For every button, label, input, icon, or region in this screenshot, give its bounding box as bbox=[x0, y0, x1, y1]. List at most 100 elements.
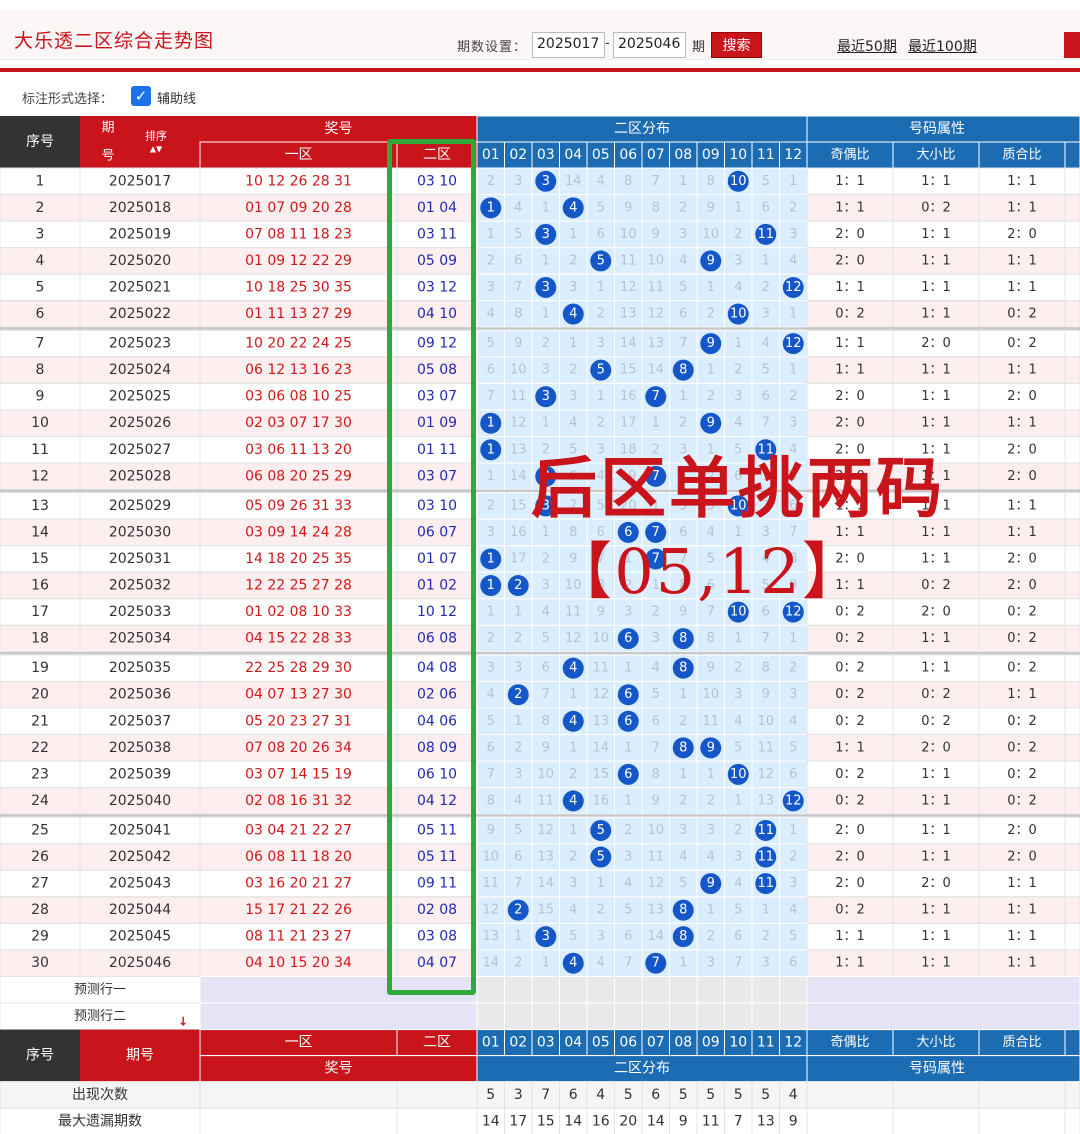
miss-value: 3 bbox=[569, 280, 577, 295]
row-attr: 2：0 bbox=[921, 605, 951, 620]
search-button[interactable]: 搜索 bbox=[711, 32, 762, 58]
table-row-bg bbox=[0, 680, 478, 709]
row-attr: 1：1 bbox=[921, 416, 951, 431]
stats-value: 9 bbox=[789, 1113, 798, 1129]
miss-value: 11 bbox=[482, 876, 499, 891]
miss-value: 16 bbox=[510, 525, 527, 540]
predict-cell bbox=[504, 976, 533, 1004]
miss-value: 3 bbox=[597, 442, 605, 457]
row-seq: 12 bbox=[31, 468, 49, 484]
miss-value: 7 bbox=[624, 956, 632, 971]
row-period: 2025021 bbox=[109, 279, 171, 295]
footer-num: 12 bbox=[784, 1035, 802, 1051]
miss-value: 3 bbox=[652, 631, 660, 646]
miss-value: 1 bbox=[734, 631, 742, 646]
miss-value: 7 bbox=[542, 687, 550, 702]
row-attr: 1：1 bbox=[921, 823, 951, 838]
options-bar: 标注形式选择： ✓ 辅助线 bbox=[0, 80, 1080, 114]
row-attr: 2：0 bbox=[1007, 823, 1037, 838]
row-seq: 18 bbox=[31, 631, 49, 647]
row-seq: 9 bbox=[36, 389, 45, 405]
predict-cell bbox=[614, 976, 643, 1004]
miss-value: 13 bbox=[537, 850, 554, 865]
miss-value: 1 bbox=[707, 280, 715, 295]
hit-ball-label: 3 bbox=[542, 469, 550, 484]
period-to-input[interactable]: 2025046 bbox=[613, 32, 686, 58]
row-zone2: 02 08 bbox=[417, 902, 457, 918]
hit-ball-label: 10 bbox=[730, 498, 747, 513]
miss-value: 11 bbox=[647, 280, 664, 295]
row-attr: 1：1 bbox=[1007, 363, 1037, 378]
row-attr: 2：0 bbox=[1007, 578, 1037, 593]
miss-value: 8 bbox=[624, 174, 632, 189]
recent-100-link[interactable]: 最近100期 bbox=[908, 36, 977, 56]
row-attr: 0：2 bbox=[835, 631, 865, 646]
miss-value: 1 bbox=[597, 389, 605, 404]
stats-label: 最大遗漏期数 bbox=[58, 1113, 142, 1129]
footer-num: 09 bbox=[702, 1035, 720, 1051]
miss-value: 2 bbox=[597, 903, 605, 918]
aux-line-checkbox[interactable]: ✓ bbox=[131, 86, 151, 106]
predict-cell bbox=[559, 1002, 588, 1031]
miss-value: 8 bbox=[542, 714, 550, 729]
miss-value: 3 bbox=[762, 307, 770, 322]
miss-value: 1 bbox=[762, 903, 770, 918]
miss-value: 8 bbox=[652, 200, 660, 215]
row-attr: 1：1 bbox=[1007, 903, 1037, 918]
row-attr: 1：1 bbox=[835, 498, 865, 513]
miss-value: 16 bbox=[592, 793, 609, 808]
stats-value: 15 bbox=[537, 1113, 555, 1129]
hit-ball-label: 2 bbox=[514, 903, 522, 918]
predict-cell bbox=[751, 976, 780, 1004]
row-seq: 13 bbox=[31, 498, 49, 514]
miss-value: 7 bbox=[487, 767, 495, 782]
row-seq: 22 bbox=[31, 740, 49, 756]
predict-cell bbox=[669, 1002, 698, 1031]
miss-value: 1 bbox=[569, 227, 577, 242]
miss-value: 1 bbox=[597, 280, 605, 295]
miss-value: 5 bbox=[789, 469, 797, 484]
predict-zone-bg bbox=[199, 976, 478, 1004]
miss-value: 6 bbox=[652, 714, 660, 729]
header-zone2: 二区 bbox=[423, 147, 451, 163]
miss-value: 8 bbox=[707, 631, 715, 646]
miss-value: 1 bbox=[569, 687, 577, 702]
miss-value: 12 bbox=[620, 280, 637, 295]
miss-value: 7 bbox=[679, 336, 687, 351]
row-attr: 1：1 bbox=[835, 525, 865, 540]
header-attr: 号码属性 bbox=[909, 121, 965, 137]
row-zone2: 05 11 bbox=[417, 822, 457, 838]
row-zone1: 04 10 15 20 34 bbox=[245, 955, 352, 971]
row-attr: 2：0 bbox=[835, 389, 865, 404]
miss-value: 1 bbox=[707, 363, 715, 378]
miss-value: 9 bbox=[789, 578, 797, 593]
row-attr: 0：2 bbox=[1007, 793, 1037, 808]
hit-ball-label: 3 bbox=[542, 389, 550, 404]
row-seq: 19 bbox=[31, 660, 49, 676]
miss-value: 5 bbox=[679, 280, 687, 295]
miss-value: 15 bbox=[592, 767, 609, 782]
row-seq: 26 bbox=[31, 849, 49, 865]
miss-value: 5 bbox=[514, 823, 522, 838]
recent-50-link[interactable]: 最近50期 bbox=[837, 36, 897, 56]
row-zone1: 05 09 26 31 33 bbox=[245, 498, 352, 514]
table-row-bg bbox=[0, 356, 478, 384]
header-zone1: 一区 bbox=[285, 147, 313, 163]
miss-value: 5 bbox=[487, 336, 495, 351]
miss-value: 1 bbox=[542, 525, 550, 540]
miss-value: 3 bbox=[624, 850, 632, 865]
miss-value: 1 bbox=[487, 469, 495, 484]
corner-button[interactable] bbox=[1064, 32, 1080, 58]
period-from-input[interactable]: 2025017 bbox=[532, 32, 605, 58]
stats-value: 5 bbox=[679, 1087, 688, 1103]
miss-value: 2 bbox=[514, 740, 522, 755]
row-period: 2025032 bbox=[109, 578, 171, 594]
predict-cell bbox=[531, 976, 560, 1004]
header-period-top: 期 bbox=[101, 121, 114, 136]
row-zone2: 04 12 bbox=[417, 793, 457, 809]
row-period: 2025044 bbox=[109, 902, 171, 918]
miss-value: 9 bbox=[707, 661, 715, 676]
predict-cell bbox=[476, 976, 505, 1004]
table-row-bg bbox=[0, 949, 478, 978]
hit-ball-label: 8 bbox=[679, 661, 687, 676]
